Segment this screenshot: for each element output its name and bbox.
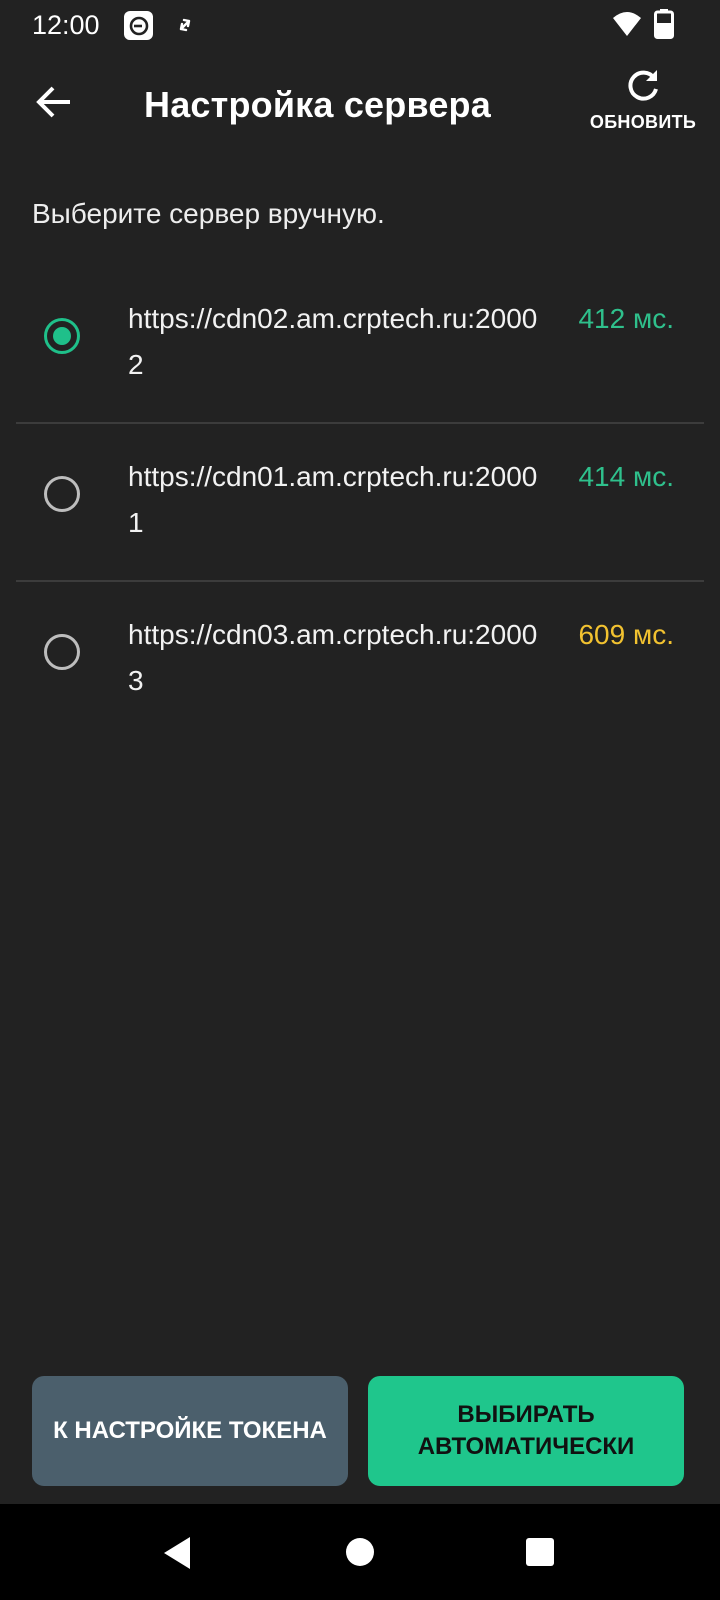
bottom-actions: К НАСТРОЙКЕ ТОКЕНА ВЫБИРАТЬ АВТОМАТИЧЕСК…	[0, 1376, 720, 1488]
server-item-cdn01[interactable]: https://cdn01.am.crptech.ru:20001 414 мс…	[16, 424, 704, 582]
app-bar: Настройка сервера ОБНОВИТЬ	[0, 52, 720, 160]
nav-back-icon[interactable]	[162, 1536, 192, 1570]
back-button[interactable]	[26, 78, 82, 130]
radio-button-selected[interactable]	[44, 318, 80, 354]
page-title: Настройка сервера	[144, 84, 491, 125]
radio-button[interactable]	[44, 476, 80, 512]
battery-icon	[654, 9, 674, 39]
server-url: https://cdn02.am.crptech.ru:20002	[128, 303, 538, 380]
server-item-cdn02[interactable]: https://cdn02.am.crptech.ru:20002 412 мс…	[16, 266, 704, 424]
wifi-icon	[611, 10, 643, 38]
token-settings-button[interactable]: К НАСТРОЙКЕ ТОКЕНА	[32, 1376, 348, 1486]
system-nav-bar	[0, 1504, 720, 1600]
status-bar: 12:00	[0, 0, 720, 52]
server-item-cdn03[interactable]: https://cdn03.am.crptech.ru:20003 609 мс…	[16, 582, 704, 738]
server-url: https://cdn01.am.crptech.ru:20001	[128, 461, 538, 538]
server-list: https://cdn02.am.crptech.ru:20002 412 мс…	[16, 266, 704, 738]
nav-recents-icon[interactable]	[526, 1538, 554, 1566]
server-latency: 414 мс.	[578, 461, 674, 492]
refresh-label: ОБНОВИТЬ	[589, 112, 697, 132]
sync-icon	[172, 12, 198, 38]
auto-select-button[interactable]: ВЫБИРАТЬ АВТОМАТИЧЕСКИ	[368, 1376, 684, 1486]
manual-selection-hint: Выберите сервер вручную.	[32, 198, 385, 229]
server-url: https://cdn03.am.crptech.ru:20003	[128, 619, 538, 696]
server-latency: 412 мс.	[578, 303, 674, 334]
nav-home-icon[interactable]	[346, 1538, 374, 1566]
radio-button[interactable]	[44, 634, 80, 670]
refresh-button[interactable]: ОБНОВИТЬ	[580, 66, 706, 146]
app-notification-icon	[124, 11, 153, 40]
arrow-left-icon	[36, 85, 72, 124]
server-latency: 609 мс.	[578, 619, 674, 650]
refresh-icon	[623, 66, 663, 106]
status-time: 12:00	[32, 10, 100, 40]
